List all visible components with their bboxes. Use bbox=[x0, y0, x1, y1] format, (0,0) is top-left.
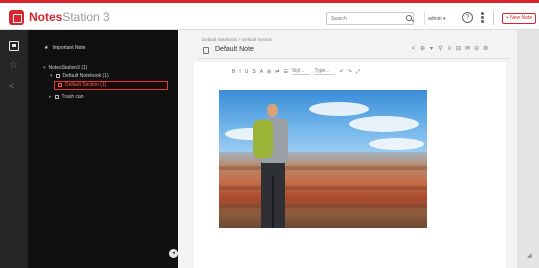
important-note-label: Important Note bbox=[52, 45, 86, 51]
star-icon: ★ bbox=[44, 45, 49, 51]
trash-icon bbox=[54, 94, 59, 99]
info-icon[interactable]: ⊖ bbox=[474, 46, 479, 52]
redo-icon[interactable]: ↷ bbox=[348, 69, 352, 75]
image-hiker-legs bbox=[261, 162, 285, 228]
fullscreen-icon[interactable]: ⤢ bbox=[356, 69, 360, 75]
important-note-item[interactable]: ★ Important Note bbox=[44, 45, 86, 52]
scrollbar[interactable] bbox=[517, 30, 539, 268]
star-icon[interactable]: ☆ bbox=[9, 61, 19, 71]
trash-label: Trash can bbox=[61, 94, 84, 100]
breadcrumb: Default Notebook > Default Section bbox=[202, 37, 273, 42]
section-label: Default Section (1) bbox=[65, 82, 107, 88]
tree-root-label: NotesStation3 (1) bbox=[48, 65, 88, 71]
image-backpack bbox=[253, 120, 273, 158]
notes-icon[interactable] bbox=[9, 41, 19, 51]
left-rail: ☆ < bbox=[0, 30, 28, 268]
notebook-icon bbox=[55, 73, 60, 78]
undo-icon[interactable]: ↶ bbox=[339, 69, 343, 75]
image-ridge bbox=[219, 186, 427, 190]
help-icon[interactable]: ? bbox=[462, 12, 473, 23]
strike-button[interactable]: S bbox=[252, 69, 255, 75]
notebook-sidebar: ★ Important Note ▾ NotesStation3 (1) ▾ Defa… bbox=[28, 30, 178, 268]
type-dropdown[interactable]: Type... bbox=[314, 68, 336, 75]
search-icon[interactable] bbox=[406, 15, 412, 21]
bold-button[interactable]: B bbox=[232, 69, 235, 75]
tree-item-notebook[interactable]: ▾ Default Notebook (1) bbox=[50, 73, 109, 80]
user-menu[interactable]: admin ▾ bbox=[424, 12, 458, 25]
notebook-label: Default Notebook (1) bbox=[62, 73, 109, 79]
collapse-icon[interactable]: ▾ bbox=[50, 73, 53, 79]
app-title: NotesStation 3 bbox=[29, 10, 110, 24]
image-cloud bbox=[369, 138, 424, 150]
align-button[interactable]: ☰ bbox=[283, 69, 287, 75]
note-title[interactable]: Default Note bbox=[215, 46, 254, 53]
image-cloud bbox=[309, 102, 369, 116]
note-panel: Default Notebook > Default Section Defau… bbox=[178, 30, 517, 268]
notes-logo-icon bbox=[9, 10, 24, 25]
image-canyon bbox=[219, 152, 427, 228]
image-hiker-head bbox=[267, 104, 278, 117]
note-icon bbox=[203, 47, 209, 54]
collapse-icon[interactable]: ▾ bbox=[43, 65, 46, 71]
table-button[interactable]: ⊞ bbox=[267, 69, 271, 75]
search-input[interactable] bbox=[326, 12, 414, 25]
top-bar: NotesStation 3 admin ▾ ? + New Note bbox=[0, 0, 539, 30]
bookmark-icon[interactable]: ▾ bbox=[429, 46, 434, 52]
image-cloud bbox=[349, 116, 419, 132]
italic-button[interactable]: I bbox=[239, 69, 240, 75]
image-ridge bbox=[219, 204, 427, 208]
link-button[interactable]: ⇄ bbox=[275, 69, 279, 75]
attachment-icon[interactable]: ⊟ bbox=[456, 46, 461, 52]
settings-icon[interactable]: ⚙ bbox=[483, 46, 488, 52]
section-icon bbox=[58, 82, 62, 87]
add-icon[interactable]: ⊕ bbox=[420, 46, 425, 52]
tree-item-section-selected[interactable]: Default Section (1) bbox=[54, 81, 168, 90]
format-toolbar: B I U S A ⊞ ⇄ ☰ Styl... Type... ↶ ↷ ⤢ bbox=[232, 68, 360, 75]
divider bbox=[493, 11, 494, 25]
note-toolbar: < ⊕ ▾ ⚲ ≡ ⊟ ✉ ⊖ ⚙ bbox=[411, 46, 489, 52]
tree-item-root[interactable]: ▾ NotesStation3 (1) bbox=[43, 65, 87, 72]
share-icon[interactable]: < bbox=[411, 46, 416, 52]
divider bbox=[198, 58, 509, 59]
mail-icon[interactable]: ✉ bbox=[465, 46, 470, 52]
resize-grip-icon[interactable]: ◢ bbox=[527, 253, 535, 259]
list-icon[interactable]: ≡ bbox=[447, 46, 452, 52]
font-color-button[interactable]: A bbox=[260, 69, 263, 75]
more-options-icon[interactable] bbox=[481, 12, 484, 24]
new-note-button[interactable]: + New Note bbox=[502, 13, 536, 24]
expand-icon[interactable]: ▸ bbox=[49, 94, 52, 100]
underline-button[interactable]: U bbox=[245, 69, 249, 75]
share-icon[interactable]: < bbox=[9, 81, 19, 91]
sidebar-collapse-button[interactable]: ◂ bbox=[169, 249, 178, 258]
canyon-hiker-image[interactable] bbox=[219, 90, 427, 228]
tree-item-trash[interactable]: ▸ Trash can bbox=[49, 94, 84, 101]
image-ridge bbox=[219, 166, 427, 170]
note-editor[interactable]: B I U S A ⊞ ⇄ ☰ Styl... Type... ↶ ↷ ⤢ bbox=[194, 62, 506, 268]
lock-icon[interactable]: ⚲ bbox=[438, 46, 443, 52]
style-dropdown[interactable]: Styl... bbox=[291, 68, 311, 75]
